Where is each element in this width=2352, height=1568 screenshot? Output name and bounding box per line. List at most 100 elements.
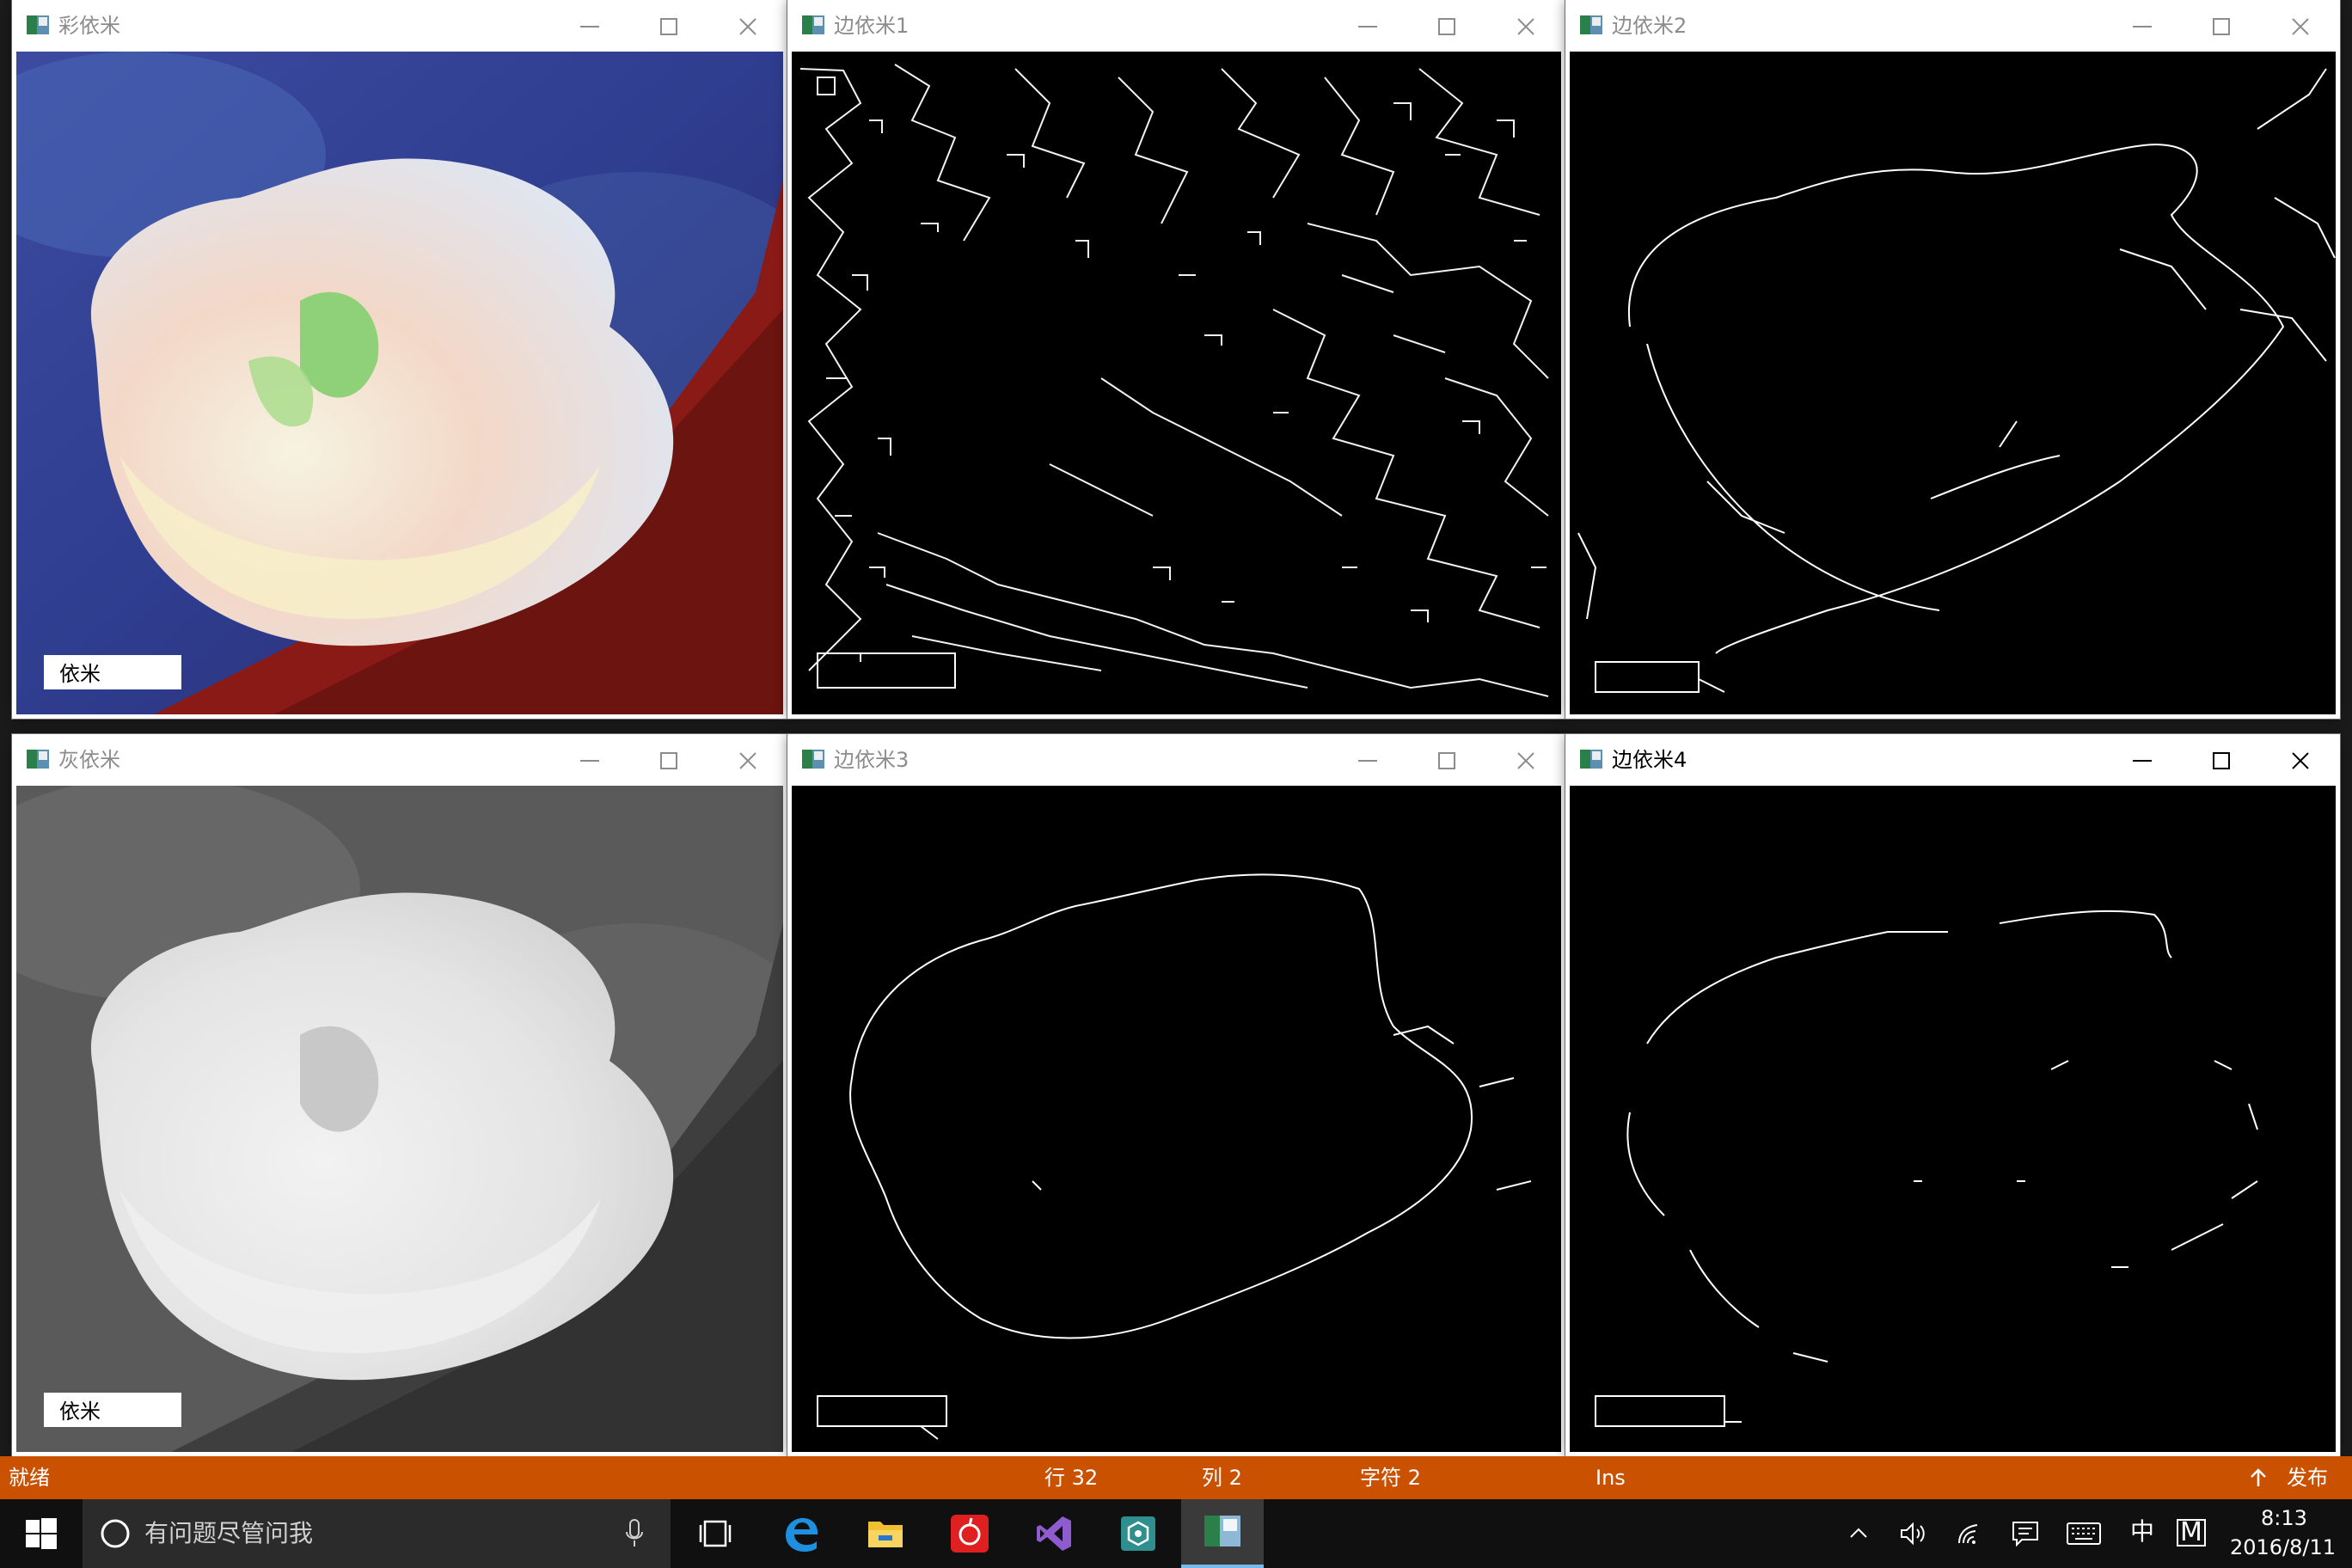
maximize-icon xyxy=(660,18,677,35)
taskbar-app-opencv-window[interactable] xyxy=(1181,1499,1264,1568)
image-view xyxy=(1570,786,2336,1452)
image-view xyxy=(1570,52,2336,714)
close-button[interactable] xyxy=(1486,734,1565,786)
title-bar[interactable]: 边依米3 xyxy=(787,734,1565,786)
cortana-icon xyxy=(101,1519,130,1548)
edge-image-dense xyxy=(792,52,1561,714)
minimize-icon xyxy=(580,760,599,762)
maximize-icon xyxy=(2213,752,2230,769)
minimize-button[interactable] xyxy=(2103,734,2182,786)
status-mode: Ins xyxy=(1596,1466,1626,1490)
file-explorer-icon xyxy=(868,1522,903,1547)
window-title: 边依米4 xyxy=(1612,748,1687,772)
opencv-window-icon xyxy=(1580,15,1602,34)
minimize-button[interactable] xyxy=(1328,734,1407,786)
window-edge-2[interactable]: 边依米2 xyxy=(1565,0,2340,719)
maximize-button[interactable] xyxy=(629,0,708,52)
taskbar-app-visual-studio[interactable] xyxy=(1013,1499,1095,1568)
close-button[interactable] xyxy=(2261,734,2340,786)
opencv-window-icon xyxy=(1580,750,1602,769)
close-icon xyxy=(2292,752,2309,769)
keyboard-icon[interactable] xyxy=(2067,1522,2101,1545)
show-hidden-icons-chevron-up-icon[interactable] xyxy=(1848,1523,1869,1544)
title-bar[interactable]: 边依米1 xyxy=(787,0,1565,52)
status-line: 行 32 xyxy=(1044,1466,1099,1490)
image-view xyxy=(792,786,1561,1452)
publish-arrow-icon[interactable] xyxy=(2249,1467,2268,1488)
window-edge-1[interactable]: 边依米1 xyxy=(787,0,1565,719)
color-flower-image: 依米 xyxy=(16,52,783,714)
window-edge-3[interactable]: 边依米3 xyxy=(787,734,1565,1456)
close-icon xyxy=(1517,752,1534,769)
maximize-icon xyxy=(1438,18,1455,35)
title-bar[interactable]: 灰依米 xyxy=(12,734,787,786)
close-button[interactable] xyxy=(708,734,787,786)
minimize-button[interactable] xyxy=(550,0,629,52)
close-icon xyxy=(739,752,756,769)
window-title: 边依米1 xyxy=(834,14,910,38)
title-bar[interactable]: 彩依米 xyxy=(12,0,787,52)
minimize-icon xyxy=(2133,760,2152,762)
publish-button[interactable]: 发布 xyxy=(2287,1466,2328,1490)
close-button[interactable] xyxy=(1486,0,1565,52)
opencv-window-icon xyxy=(802,15,824,34)
ime-language-indicator[interactable]: 中 xyxy=(2130,1520,2154,1544)
edge-image-4 xyxy=(1570,786,2336,1452)
window-title: 边依米3 xyxy=(834,748,910,772)
status-column: 列 2 xyxy=(1202,1466,1242,1490)
status-bar: 就绪 行 32 列 2 字符 2 Ins 发布 xyxy=(0,1456,2352,1499)
edge-image-3 xyxy=(792,786,1561,1452)
taskbar-app-generic[interactable] xyxy=(1097,1499,1179,1568)
opencv-window-icon xyxy=(27,750,49,769)
maximize-button[interactable] xyxy=(2182,0,2261,52)
minimize-button[interactable] xyxy=(1328,0,1407,52)
maximize-button[interactable] xyxy=(1407,0,1486,52)
title-bar[interactable]: 边依米2 xyxy=(1565,0,2340,52)
close-button[interactable] xyxy=(2261,0,2340,52)
opencv-window-icon xyxy=(802,750,824,769)
microphone-icon[interactable] xyxy=(624,1518,645,1549)
wifi-icon[interactable] xyxy=(1957,1522,1984,1546)
windows-logo-icon xyxy=(26,1518,57,1549)
maximize-button[interactable] xyxy=(1407,734,1486,786)
window-edge-4[interactable]: 边依米4 xyxy=(1565,734,2340,1456)
minimize-button[interactable] xyxy=(550,734,629,786)
title-bar[interactable]: 边依米4 xyxy=(1565,734,2340,786)
edge-image-2 xyxy=(1570,52,2336,714)
opencv-window-icon xyxy=(27,15,49,34)
task-view-icon xyxy=(699,1520,732,1547)
opencv-window-icon xyxy=(1204,1516,1240,1547)
minimize-icon xyxy=(2133,26,2152,28)
ime-mode-indicator[interactable]: M xyxy=(2177,1519,2206,1547)
minimize-button[interactable] xyxy=(2103,0,2182,52)
start-button[interactable] xyxy=(0,1499,83,1568)
window-color[interactable]: 彩依米 依米 xyxy=(12,0,787,719)
minimize-icon xyxy=(580,26,599,28)
volume-icon[interactable] xyxy=(1900,1522,1927,1546)
maximize-icon xyxy=(660,752,677,769)
maximize-icon xyxy=(2213,18,2230,35)
window-gray[interactable]: 灰依米 依米 xyxy=(12,734,787,1456)
taskbar-app-edge[interactable] xyxy=(760,1499,842,1568)
app-icon xyxy=(1121,1516,1155,1551)
search-box[interactable]: 有问题尽管问我 xyxy=(83,1499,671,1568)
clock-date[interactable]: 2016/8/11 xyxy=(2230,1535,2336,1559)
search-placeholder: 有问题尽管问我 xyxy=(144,1519,314,1547)
minimize-icon xyxy=(1358,760,1377,762)
gray-flower-image: 依米 xyxy=(16,786,783,1452)
close-button[interactable] xyxy=(708,0,787,52)
taskbar-app-file-explorer[interactable] xyxy=(844,1499,927,1568)
maximize-button[interactable] xyxy=(629,734,708,786)
maximize-button[interactable] xyxy=(2182,734,2261,786)
maximize-icon xyxy=(1438,752,1455,769)
edge-icon xyxy=(786,1517,818,1552)
taskbar-app-netease-music[interactable] xyxy=(928,1499,1011,1568)
clock-time[interactable]: 8:13 xyxy=(2261,1506,2307,1530)
taskbar: 有问题尽管问我 中 M 8:13 2016/8/11 xyxy=(0,1499,2352,1568)
watermark-label: 依米 xyxy=(59,662,101,686)
action-center-icon[interactable] xyxy=(2012,1521,2039,1547)
task-view-button[interactable] xyxy=(674,1499,756,1568)
status-char: 字符 2 xyxy=(1360,1466,1421,1490)
window-title: 彩依米 xyxy=(58,14,120,38)
image-view: 依米 xyxy=(16,52,783,714)
